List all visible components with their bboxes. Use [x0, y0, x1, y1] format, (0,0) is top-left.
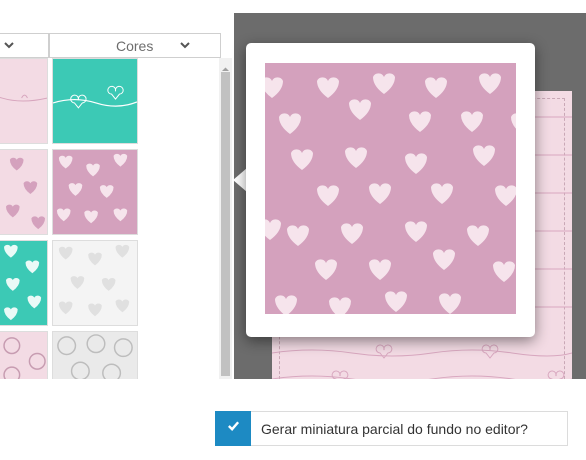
background-thumbnail[interactable]	[52, 149, 138, 235]
background-thumbnail[interactable]	[52, 58, 138, 144]
background-thumbnail[interactable]	[0, 149, 48, 235]
thumbnail-pattern	[53, 59, 137, 143]
check-icon	[227, 419, 240, 437]
background-preview-image	[265, 63, 516, 314]
scrollbar-thumb[interactable]	[221, 72, 230, 376]
thumbnail-pattern	[0, 150, 47, 234]
thumbnail-pattern	[53, 150, 137, 234]
thumbnail-pattern	[0, 332, 47, 379]
background-thumbnail-grid	[0, 58, 218, 379]
chevron-down-icon	[178, 38, 192, 52]
arrow-up-icon[interactable]	[221, 61, 230, 71]
thumbnail-pattern	[0, 59, 47, 143]
colors-filter-dropdown[interactable]: Cores	[49, 33, 221, 58]
partial-thumbnail-label: Gerar miniatura parcial do fundo no edit…	[261, 420, 528, 437]
background-thumbnail[interactable]	[0, 240, 48, 326]
background-thumbnail[interactable]	[52, 240, 138, 326]
thumbnail-scrollbar[interactable]	[219, 58, 232, 379]
background-preview-popup	[246, 43, 535, 337]
thumbnail-pattern	[53, 241, 137, 325]
colors-filter-label: Cores	[116, 38, 154, 54]
editor-panel: Cores Gerar miniatura parcial do fundo n…	[0, 0, 586, 460]
partial-thumbnail-option: Gerar miniatura parcial do fundo no edit…	[215, 410, 568, 446]
background-thumbnail[interactable]	[0, 331, 48, 379]
filter-dropdown-left[interactable]	[0, 33, 49, 58]
chevron-down-icon	[2, 38, 16, 52]
popup-pointer	[233, 168, 247, 192]
background-thumbnail[interactable]	[0, 58, 48, 144]
background-thumbnail[interactable]	[52, 331, 138, 379]
thumbnail-pattern	[0, 241, 47, 325]
thumbnail-pattern	[53, 332, 137, 379]
partial-thumbnail-checkbox[interactable]	[215, 410, 251, 446]
